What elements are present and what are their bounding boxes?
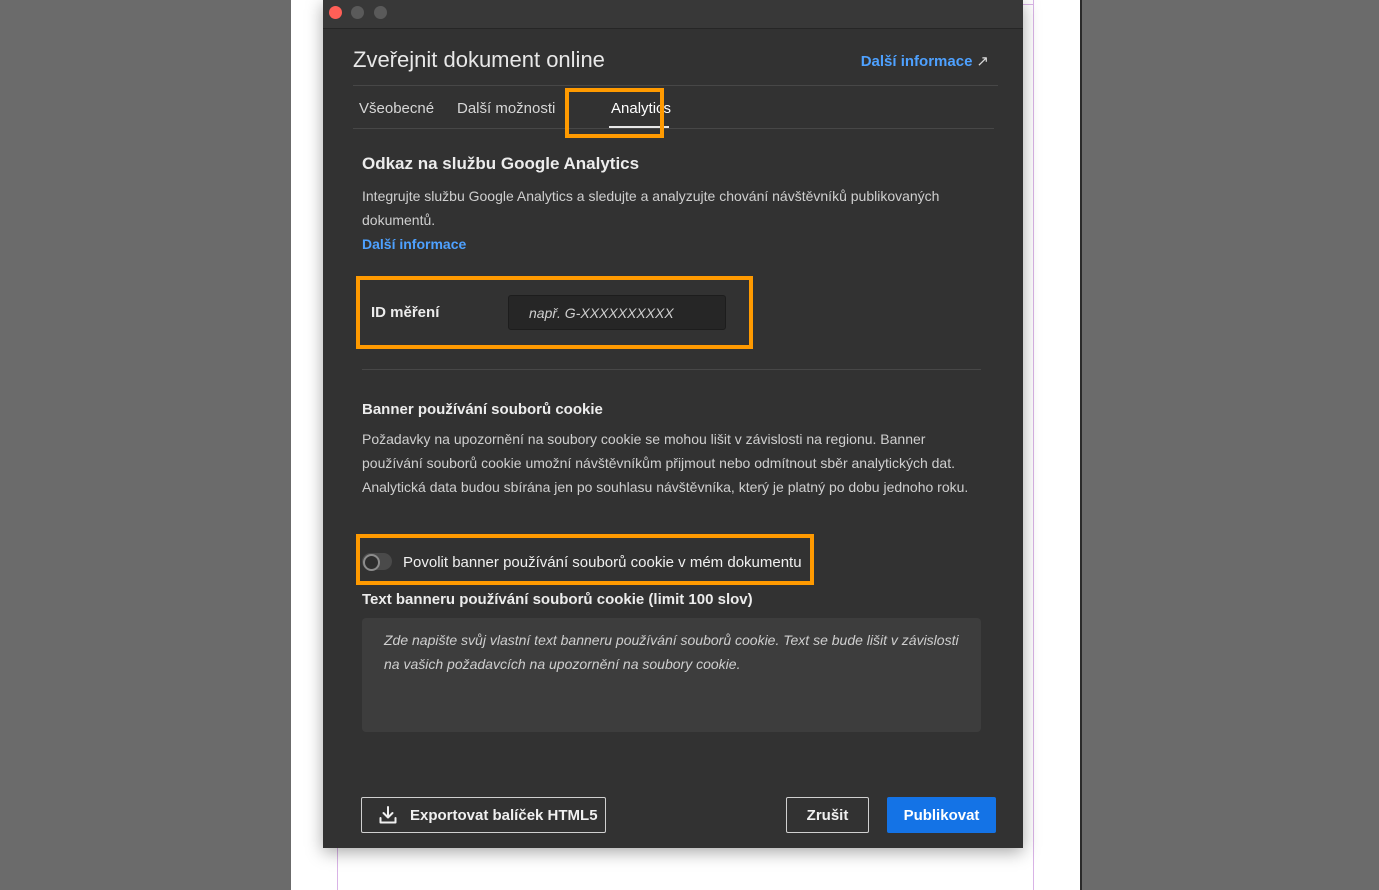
analytics-section-title: Odkaz na službu Google Analytics [362,154,640,173]
tab-analytics[interactable]: Analytics [611,100,671,117]
publish-online-dialog: Zveřejnit dokument online Další informac… [323,0,1023,848]
measurement-id-input[interactable] [508,295,726,330]
analytics-learn-more-link[interactable]: Další informace [362,236,466,252]
toggle-knob [363,554,380,571]
analytics-description: Integrujte službu Google Analytics a sle… [362,188,940,228]
cookie-banner-toggle-label: Povolit banner používání souborů cookie … [403,554,802,571]
external-link-icon: ↗ [976,53,989,70]
learn-more-link[interactable]: Další informace ↗ [861,52,989,70]
close-window-button[interactable] [329,6,342,19]
dialog-title: Zveřejnit dokument online [353,47,605,72]
tab-more-options[interactable]: Další možnosti [457,100,555,117]
tab-general[interactable]: Všeobecné [359,100,434,117]
cookie-section-title: Banner používání souborů cookie [362,401,603,418]
export-html5-button[interactable]: Exportovat balíček HTML5 [361,797,606,833]
divider [362,369,981,370]
measurement-id-label: ID měření [371,304,440,321]
banner-text-label: Text banneru používání souborů cookie (l… [362,591,753,608]
tab-bar: Všeobecné Další možnosti Analytics [353,86,994,129]
active-tab-indicator [609,126,669,128]
export-button-label: Exportovat balíček HTML5 [410,806,598,824]
cookie-description: Požadavky na upozornění na soubory cooki… [362,431,969,495]
cookie-banner-toggle[interactable] [362,553,392,571]
banner-text-input[interactable] [362,618,981,732]
learn-more-label: Další informace [860,53,973,70]
maximize-window-button[interactable] [374,6,387,19]
minimize-window-button[interactable] [351,6,364,19]
publish-button[interactable]: Publikovat [887,797,996,833]
window-titlebar [323,0,1023,29]
guide-line [1033,0,1034,890]
guide-line [1022,4,1034,5]
page-edge [1080,0,1082,890]
download-icon [379,806,397,824]
cancel-button[interactable]: Zrušit [786,797,869,833]
